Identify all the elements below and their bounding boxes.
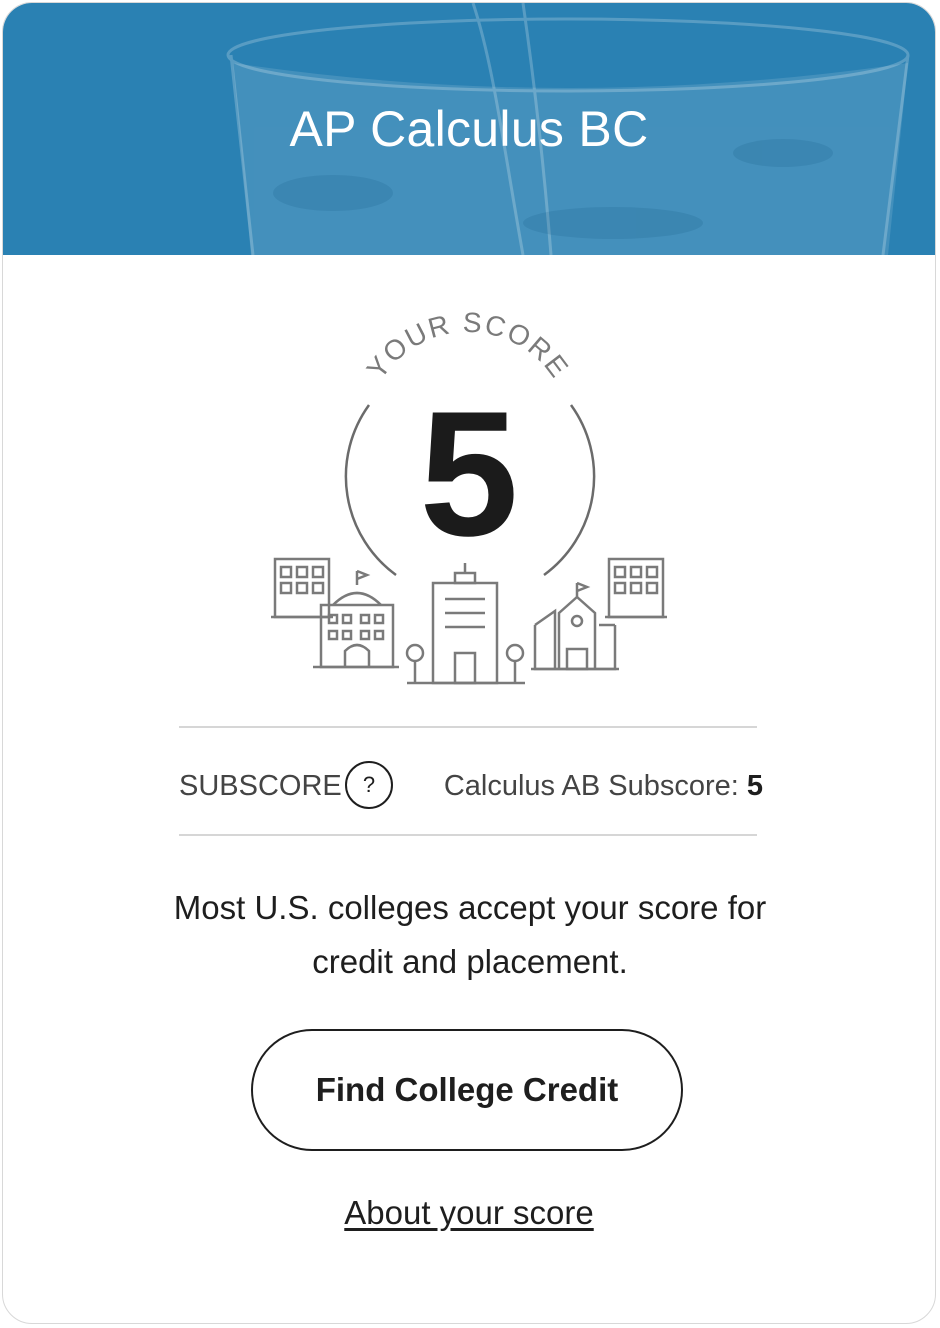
about-your-score-link[interactable]: About your score bbox=[344, 1194, 593, 1231]
divider-top bbox=[179, 726, 757, 728]
subscore-label: SUBSCORE bbox=[179, 770, 342, 802]
score-value: 5 bbox=[419, 374, 519, 573]
find-college-credit-button[interactable]: Find College Credit bbox=[251, 1029, 683, 1151]
subscore-detail: Calculus AB Subscore: 5 bbox=[444, 769, 763, 803]
credit-message: Most U.S. colleges accept your score for… bbox=[173, 889, 767, 980]
question-circle-icon[interactable]: ? bbox=[345, 761, 393, 809]
course-title: AP Calculus BC bbox=[289, 101, 649, 157]
score-section: YOUR SCORE 5 bbox=[3, 255, 935, 715]
subscore-value: 5 bbox=[746, 770, 763, 802]
about-score-container: About your score bbox=[3, 1193, 935, 1233]
subscore-row: SUBSCORE ? Calculus AB Subscore: 5 bbox=[179, 761, 763, 811]
subscore-name: Calculus AB Subscore: bbox=[443, 770, 739, 802]
your-score-arc-label: YOUR SCORE bbox=[361, 307, 576, 385]
score-card: AP Calculus BC YOUR SCORE 5 SUBSCORE ? C… bbox=[2, 2, 936, 1324]
card-header: AP Calculus BC bbox=[3, 3, 935, 255]
divider-bottom bbox=[179, 834, 757, 836]
